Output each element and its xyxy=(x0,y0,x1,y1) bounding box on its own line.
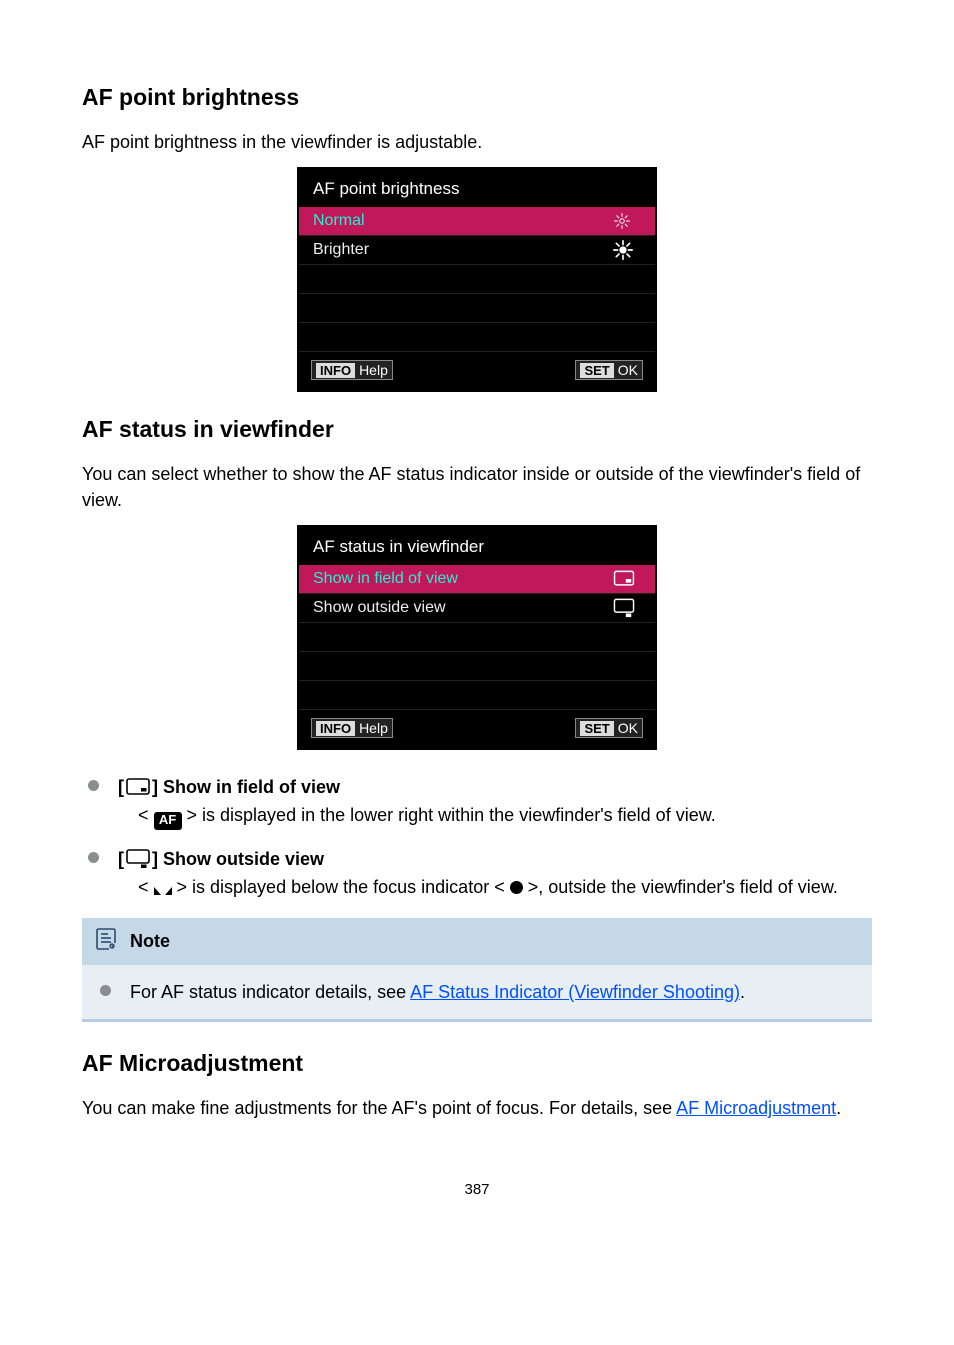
link-af-status-indicator[interactable]: AF Status Indicator (Viewfinder Shooting… xyxy=(410,982,740,1002)
menu-af-point-brightness: AF point brightness Normal Brighter INFO xyxy=(297,167,657,392)
text-pre: You can make fine adjustments for the AF… xyxy=(82,1098,676,1118)
brightness-brighter-icon xyxy=(613,240,641,260)
menu-af-status: AF status in viewfinder Show in field of… xyxy=(297,525,657,750)
bullet-body: < > is displayed below the focus indicat… xyxy=(118,874,872,902)
menu-option-out-view[interactable]: Show outside view xyxy=(299,594,655,623)
menu-option-label: Show in field of view xyxy=(313,570,613,588)
set-ok-button[interactable]: SET OK xyxy=(575,718,643,738)
note-text-pre: For AF status indicator details, see xyxy=(130,982,410,1002)
text-post: >, outside the viewfinder's field of vie… xyxy=(523,877,838,897)
menu-row-empty xyxy=(299,652,655,681)
text-pre: < xyxy=(138,805,154,825)
bullet-show-outside: [ ] Show outside view < > is displayed b… xyxy=(82,846,872,902)
menu-title: AF point brightness xyxy=(299,169,655,207)
note-icon xyxy=(96,928,116,955)
info-help-button[interactable]: INFO Help xyxy=(311,718,393,738)
menu-option-label: Show outside view xyxy=(313,599,613,617)
menu-footer: INFO Help SET OK xyxy=(299,710,655,748)
help-label: Help xyxy=(359,362,388,378)
af-status-list: [ ] Show in field of view < AF > is disp… xyxy=(82,774,872,902)
af-badge-icon: AF xyxy=(154,812,182,830)
arrow-indicator-icon xyxy=(154,876,172,902)
menu-option-label: Brighter xyxy=(313,241,613,259)
focus-dot-icon xyxy=(510,881,523,894)
note-box: Note For AF status indicator details, se… xyxy=(82,918,872,1022)
bullet-head-text: ] Show outside view xyxy=(152,846,324,872)
page-number: 387 xyxy=(82,1181,872,1198)
menu-row-empty xyxy=(299,323,655,352)
in-field-icon xyxy=(613,570,641,588)
page-content: AF point brightness AF point brightness … xyxy=(0,0,954,1238)
ok-label: OK xyxy=(618,720,638,736)
help-label: Help xyxy=(359,720,388,736)
text-mid: > is displayed below the focus indicator… xyxy=(172,877,510,897)
text-post: . xyxy=(836,1098,841,1118)
menu-row-empty xyxy=(299,265,655,294)
menu-option-normal[interactable]: Normal xyxy=(299,207,655,236)
bracket-open: [ xyxy=(118,774,124,800)
set-ok-button[interactable]: SET OK xyxy=(575,360,643,380)
bullet-head: [ ] Show outside view xyxy=(118,846,872,872)
info-label: INFO xyxy=(316,721,355,736)
bullet-head-text: ] Show in field of view xyxy=(152,774,340,800)
text-post: > is displayed in the lower right within… xyxy=(182,805,716,825)
outside-field-icon xyxy=(126,849,150,869)
outside-field-icon xyxy=(613,598,641,618)
set-label: SET xyxy=(580,363,613,378)
heading-af-status: AF status in viewfinder xyxy=(82,416,872,443)
menu-row-empty xyxy=(299,681,655,710)
intro-af-status: You can select whether to show the AF st… xyxy=(82,461,872,513)
menu-option-label: Normal xyxy=(313,212,613,230)
intro-af-point-brightness: AF point brightness in the viewfinder is… xyxy=(82,129,872,155)
bullet-body: < AF > is displayed in the lower right w… xyxy=(118,802,872,829)
intro-af-microadjustment: You can make fine adjustments for the AF… xyxy=(82,1095,872,1121)
menu-option-in-view[interactable]: Show in field of view xyxy=(299,565,655,594)
menu-title: AF status in viewfinder xyxy=(299,527,655,565)
text-pre: < xyxy=(138,877,154,897)
note-body: For AF status indicator details, see AF … xyxy=(82,965,872,1005)
bullet-show-in-field: [ ] Show in field of view < AF > is disp… xyxy=(82,774,872,830)
note-text-post: . xyxy=(740,982,745,1002)
bracket-open: [ xyxy=(118,846,124,872)
info-help-button[interactable]: INFO Help xyxy=(311,360,393,380)
set-label: SET xyxy=(580,721,613,736)
heading-af-point-brightness: AF point brightness xyxy=(82,84,872,111)
ok-label: OK xyxy=(618,362,638,378)
menu-option-brighter[interactable]: Brighter xyxy=(299,236,655,265)
brightness-normal-icon xyxy=(613,212,641,230)
note-header: Note xyxy=(82,918,872,965)
in-field-icon xyxy=(126,778,150,796)
menu-row-empty xyxy=(299,294,655,323)
menu-footer: INFO Help SET OK xyxy=(299,352,655,390)
bullet-head: [ ] Show in field of view xyxy=(118,774,872,800)
note-label: Note xyxy=(130,931,170,952)
menu-row-empty xyxy=(299,623,655,652)
heading-af-microadjustment: AF Microadjustment xyxy=(82,1050,872,1077)
link-af-microadjustment[interactable]: AF Microadjustment xyxy=(676,1098,836,1118)
info-label: INFO xyxy=(316,363,355,378)
